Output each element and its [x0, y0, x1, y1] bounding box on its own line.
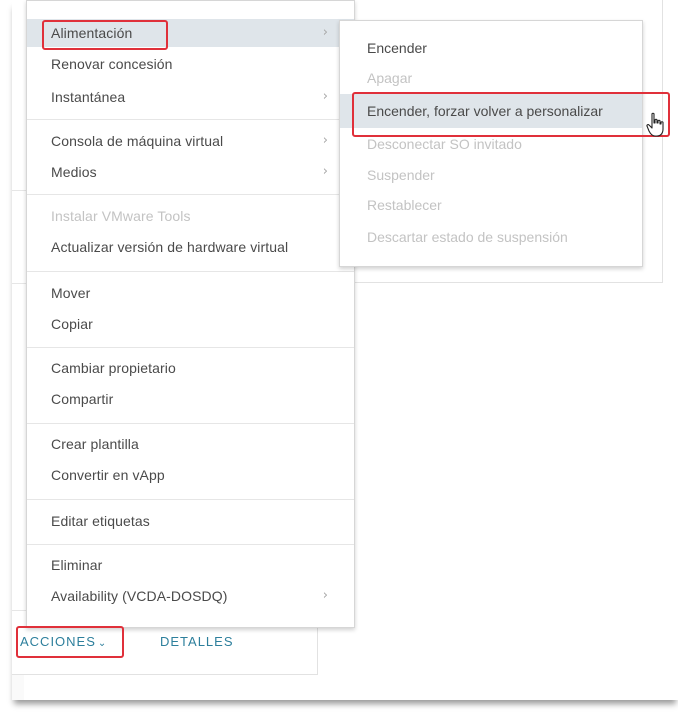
- menu-divider: [27, 271, 354, 272]
- power-submenu: Encender Apagar Encender, forzar volver …: [339, 20, 643, 267]
- menu-item-label: Editar etiquetas: [51, 513, 150, 529]
- chevron-right-icon: ›: [322, 89, 328, 104]
- menu-item-availability[interactable]: Availability (VCDA-DOSDQ) ›: [27, 582, 354, 610]
- menu-item-convertir-en-vapp[interactable]: Convertir en vApp: [27, 461, 354, 489]
- menu-item-label: Actualizar versión de hardware virtual: [51, 239, 289, 255]
- submenu-item-suspender: Suspender: [340, 159, 642, 191]
- details-button[interactable]: DETALLES: [160, 634, 234, 649]
- background-divider: [12, 610, 26, 611]
- submenu-item-label: Desconectar SO invitado: [367, 136, 522, 152]
- menu-divider: [27, 544, 354, 545]
- menu-item-mover[interactable]: Mover: [27, 279, 354, 307]
- submenu-item-apagar: Apagar: [340, 62, 642, 94]
- actions-label: ACCIONES: [20, 634, 96, 649]
- menu-item-label: Mover: [51, 285, 91, 301]
- menu-divider: [27, 119, 354, 120]
- submenu-item-encender-forzar-personalizar[interactable]: Encender, forzar volver a personalizar: [340, 94, 642, 128]
- menu-item-copiar[interactable]: Copiar: [27, 310, 354, 338]
- menu-item-label: Eliminar: [51, 557, 103, 573]
- menu-item-compartir[interactable]: Compartir: [27, 385, 354, 413]
- menu-item-label: Instantánea: [51, 89, 126, 105]
- menu-item-actualizar-version-hardware[interactable]: Actualizar versión de hardware virtual: [27, 233, 354, 261]
- menu-item-editar-etiquetas[interactable]: Editar etiquetas: [27, 507, 354, 535]
- menu-item-label: Compartir: [51, 391, 114, 407]
- background-divider: [12, 190, 26, 191]
- submenu-item-label: Descartar estado de suspensión: [367, 229, 568, 245]
- chevron-right-icon: ›: [322, 164, 328, 179]
- chevron-right-icon: ›: [322, 133, 328, 148]
- chevron-right-icon: ›: [322, 25, 328, 40]
- submenu-item-desconectar-so-invitado: Desconectar SO invitado: [340, 128, 642, 160]
- submenu-item-encender[interactable]: Encender: [340, 32, 642, 64]
- submenu-item-restablecer: Restablecer: [340, 189, 642, 221]
- submenu-item-label: Encender, forzar volver a personalizar: [367, 103, 603, 119]
- chevron-down-icon: ⌄: [97, 638, 108, 649]
- menu-item-label: Copiar: [51, 316, 93, 332]
- menu-divider: [27, 194, 354, 195]
- menu-item-renovar-concesion[interactable]: Renovar concesión: [27, 50, 354, 78]
- menu-item-crear-plantilla[interactable]: Crear plantilla: [27, 430, 354, 458]
- chevron-right-icon: ›: [322, 588, 328, 603]
- menu-item-label: Renovar concesión: [51, 56, 173, 72]
- menu-item-label: Alimentación: [51, 25, 133, 41]
- background-divider: [12, 283, 26, 284]
- hand-pointer-icon: [646, 112, 664, 137]
- menu-item-label: Availability (VCDA-DOSDQ): [51, 588, 228, 604]
- menu-divider: [27, 423, 354, 424]
- menu-item-label: Crear plantilla: [51, 436, 139, 452]
- menu-item-label: Instalar VMware Tools: [51, 208, 191, 224]
- menu-item-alimentacion[interactable]: Alimentación ›: [27, 19, 354, 47]
- submenu-item-label: Restablecer: [367, 197, 442, 213]
- submenu-item-label: Encender: [367, 40, 427, 56]
- menu-item-label: Convertir en vApp: [51, 467, 165, 483]
- submenu-item-label: Apagar: [367, 70, 413, 86]
- menu-divider: [27, 347, 354, 348]
- submenu-item-descartar-estado-suspension: Descartar estado de suspensión: [340, 221, 642, 253]
- menu-item-label: Medios: [51, 164, 97, 180]
- menu-item-cambiar-propietario[interactable]: Cambiar propietario: [27, 354, 354, 382]
- submenu-item-label: Suspender: [367, 167, 435, 183]
- menu-item-consola-maquina-virtual[interactable]: Consola de máquina virtual ›: [27, 127, 354, 155]
- menu-item-label: Cambiar propietario: [51, 360, 176, 376]
- menu-item-medios[interactable]: Medios ›: [27, 158, 354, 186]
- menu-divider: [27, 499, 354, 500]
- menu-item-instalar-vmware-tools: Instalar VMware Tools: [27, 202, 354, 230]
- menu-item-instantanea[interactable]: Instantánea ›: [27, 83, 354, 111]
- menu-item-eliminar[interactable]: Eliminar: [27, 551, 354, 579]
- context-menu: Alimentación › Renovar concesión Instant…: [26, 0, 355, 628]
- actions-button[interactable]: ACCIONES ⌄: [20, 634, 107, 649]
- menu-item-label: Consola de máquina virtual: [51, 133, 224, 149]
